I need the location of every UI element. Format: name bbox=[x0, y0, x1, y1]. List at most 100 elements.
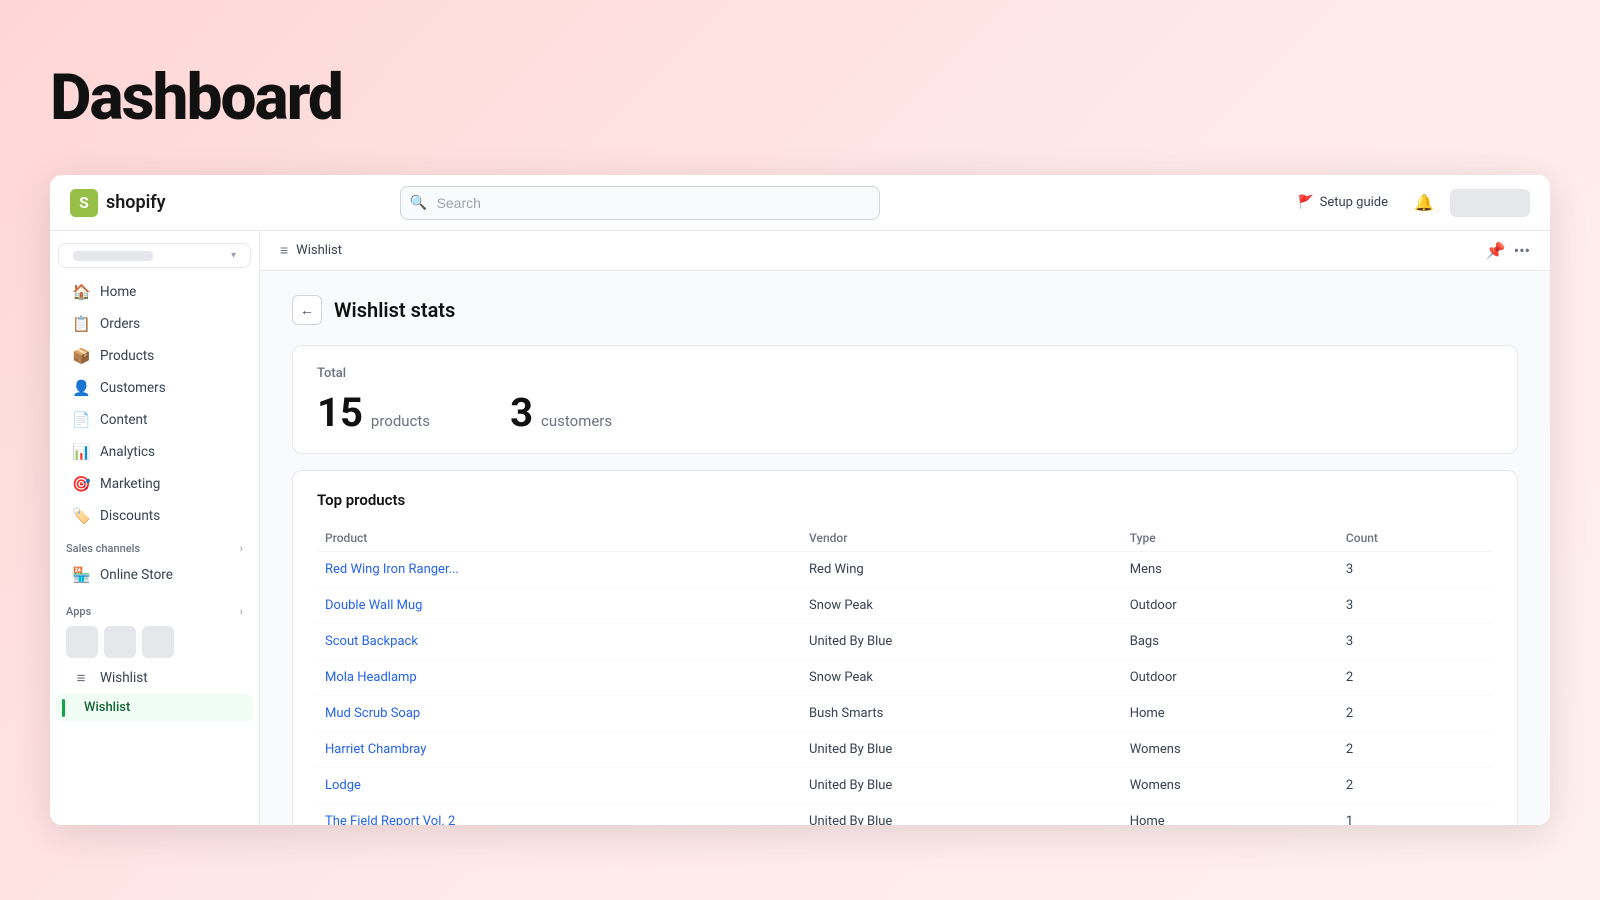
sidebar-item-marketing[interactable]: 🎯 Marketing bbox=[56, 468, 253, 500]
back-button[interactable]: ← bbox=[292, 295, 322, 325]
store-selector[interactable]: ▾ bbox=[58, 243, 251, 268]
top-products-title: Top products bbox=[317, 491, 1493, 509]
app-icon-2[interactable] bbox=[104, 626, 136, 658]
product-name-cell[interactable]: The Field Report Vol. 2 bbox=[317, 804, 801, 826]
customers-stat: 3 customers bbox=[510, 393, 612, 433]
product-link[interactable]: Red Wing Iron Ranger... bbox=[325, 562, 459, 577]
sidebar-item-home[interactable]: 🏠 Home bbox=[56, 276, 253, 308]
products-table-body: Red Wing Iron Ranger... Red Wing Mens 3 … bbox=[317, 552, 1493, 826]
product-name-cell[interactable]: Red Wing Iron Ranger... bbox=[317, 552, 801, 588]
search-input[interactable] bbox=[400, 186, 880, 220]
product-type-cell: Womens bbox=[1122, 768, 1338, 804]
sales-channels-label: Sales channels bbox=[66, 542, 140, 555]
product-name-cell[interactable]: Double Wall Mug bbox=[317, 588, 801, 624]
sales-channels-expand-icon[interactable]: › bbox=[240, 542, 243, 555]
breadcrumb-actions: 📌 ••• bbox=[1486, 241, 1530, 260]
product-vendor-cell: United By Blue bbox=[801, 768, 1122, 804]
sidebar-item-products-label: Products bbox=[100, 348, 154, 364]
search-bar[interactable]: 🔍 bbox=[400, 186, 880, 220]
table-row: Red Wing Iron Ranger... Red Wing Mens 3 bbox=[317, 552, 1493, 588]
flag-icon: 🚩 bbox=[1297, 195, 1313, 210]
product-type-cell: Home bbox=[1122, 696, 1338, 732]
main-nav: 🏠 Home 📋 Orders 📦 Products 👤 Customers bbox=[50, 276, 259, 532]
product-name-cell[interactable]: Mud Scrub Soap bbox=[317, 696, 801, 732]
notification-bell-icon[interactable]: 🔔 bbox=[1414, 193, 1434, 212]
product-count-cell: 1 bbox=[1338, 804, 1493, 826]
top-products-card: Top products Product Vendor Type Count bbox=[292, 470, 1518, 825]
products-desc: products bbox=[371, 412, 430, 430]
table-row: Mola Headlamp Snow Peak Outdoor 2 bbox=[317, 660, 1493, 696]
sales-channels-section: Sales channels › bbox=[50, 532, 259, 559]
col-product: Product bbox=[317, 525, 801, 552]
breadcrumb-icon: ≡ bbox=[280, 242, 288, 259]
product-count-cell: 2 bbox=[1338, 768, 1493, 804]
product-type-cell: Womens bbox=[1122, 732, 1338, 768]
product-name-cell[interactable]: Scout Backpack bbox=[317, 624, 801, 660]
product-type-cell: Mens bbox=[1122, 552, 1338, 588]
chevron-down-icon: ▾ bbox=[231, 250, 236, 261]
product-type-cell: Bags bbox=[1122, 624, 1338, 660]
setup-guide-button[interactable]: 🚩 Setup guide bbox=[1287, 189, 1398, 216]
product-vendor-cell: Red Wing bbox=[801, 552, 1122, 588]
product-link[interactable]: Mola Headlamp bbox=[325, 670, 417, 685]
page-title: Dashboard bbox=[0, 0, 1600, 175]
sidebar-item-orders-label: Orders bbox=[100, 316, 140, 332]
product-link[interactable]: The Field Report Vol. 2 bbox=[325, 814, 455, 825]
sidebar-item-online-store[interactable]: 🏪 Online Store bbox=[56, 559, 253, 591]
pin-icon[interactable]: 📌 bbox=[1486, 241, 1506, 260]
sidebar-item-marketing-label: Marketing bbox=[100, 476, 160, 492]
product-link[interactable]: Double Wall Mug bbox=[325, 598, 422, 613]
customers-icon: 👤 bbox=[72, 379, 90, 397]
shopify-logo-icon: S bbox=[70, 189, 98, 217]
product-count-cell: 2 bbox=[1338, 696, 1493, 732]
products-table-header-row: Product Vendor Type Count bbox=[317, 525, 1493, 552]
sidebar-item-analytics[interactable]: 📊 Analytics bbox=[56, 436, 253, 468]
right-panel: ≡ Wishlist 📌 ••• ← Wishlist bbox=[260, 231, 1550, 825]
customers-desc: customers bbox=[541, 412, 612, 430]
sidebar-item-discounts-label: Discounts bbox=[100, 508, 160, 524]
sidebar-item-online-store-label: Online Store bbox=[100, 567, 173, 583]
product-vendor-cell: United By Blue bbox=[801, 624, 1122, 660]
product-type-cell: Outdoor bbox=[1122, 588, 1338, 624]
table-row: The Field Report Vol. 2 United By Blue H… bbox=[317, 804, 1493, 826]
app-icon-3[interactable] bbox=[142, 626, 174, 658]
apps-expand-icon[interactable]: › bbox=[240, 605, 243, 618]
products-count: 15 bbox=[317, 393, 363, 433]
product-count-cell: 2 bbox=[1338, 660, 1493, 696]
sidebar-item-wishlist-active[interactable]: Wishlist bbox=[56, 694, 253, 721]
sidebar-item-discounts[interactable]: 🏷️ Discounts bbox=[56, 500, 253, 532]
table-row: Double Wall Mug Snow Peak Outdoor 3 bbox=[317, 588, 1493, 624]
user-avatar[interactable] bbox=[1450, 189, 1530, 217]
total-card: Total 15 products 3 customers bbox=[292, 345, 1518, 454]
table-row: Harriet Chambray United By Blue Womens 2 bbox=[317, 732, 1493, 768]
sidebar-item-orders[interactable]: 📋 Orders bbox=[56, 308, 253, 340]
setup-guide-label: Setup guide bbox=[1320, 195, 1388, 210]
product-link[interactable]: Scout Backpack bbox=[325, 634, 418, 649]
product-name-cell[interactable]: Lodge bbox=[317, 768, 801, 804]
product-name-cell[interactable]: Mola Headlamp bbox=[317, 660, 801, 696]
product-link[interactable]: Lodge bbox=[325, 778, 361, 793]
wishlist-active-label: Wishlist bbox=[84, 700, 130, 715]
apps-label: Apps bbox=[66, 605, 91, 618]
product-link[interactable]: Mud Scrub Soap bbox=[325, 706, 420, 721]
sidebar-item-content[interactable]: 📄 Content bbox=[56, 404, 253, 436]
products-stat: 15 products bbox=[317, 393, 430, 433]
section-title: Wishlist stats bbox=[334, 298, 455, 322]
more-options-icon[interactable]: ••• bbox=[1514, 241, 1530, 260]
sidebar-item-customers-label: Customers bbox=[100, 380, 166, 396]
apps-icons bbox=[50, 622, 259, 662]
sidebar-item-products[interactable]: 📦 Products bbox=[56, 340, 253, 372]
sidebar-item-wishlist-parent[interactable]: ≡ Wishlist bbox=[56, 662, 253, 694]
total-stats: 15 products 3 customers bbox=[317, 393, 1493, 433]
product-name-cell[interactable]: Harriet Chambray bbox=[317, 732, 801, 768]
table-row: Lodge United By Blue Womens 2 bbox=[317, 768, 1493, 804]
product-count-cell: 3 bbox=[1338, 588, 1493, 624]
sidebar-item-home-label: Home bbox=[100, 284, 136, 300]
product-link[interactable]: Harriet Chambray bbox=[325, 742, 426, 757]
svg-text:S: S bbox=[79, 194, 88, 212]
app-icon-1[interactable] bbox=[66, 626, 98, 658]
product-vendor-cell: United By Blue bbox=[801, 732, 1122, 768]
sidebar-item-customers[interactable]: 👤 Customers bbox=[56, 372, 253, 404]
breadcrumb: ≡ Wishlist bbox=[280, 242, 342, 259]
marketing-icon: 🎯 bbox=[72, 475, 90, 493]
